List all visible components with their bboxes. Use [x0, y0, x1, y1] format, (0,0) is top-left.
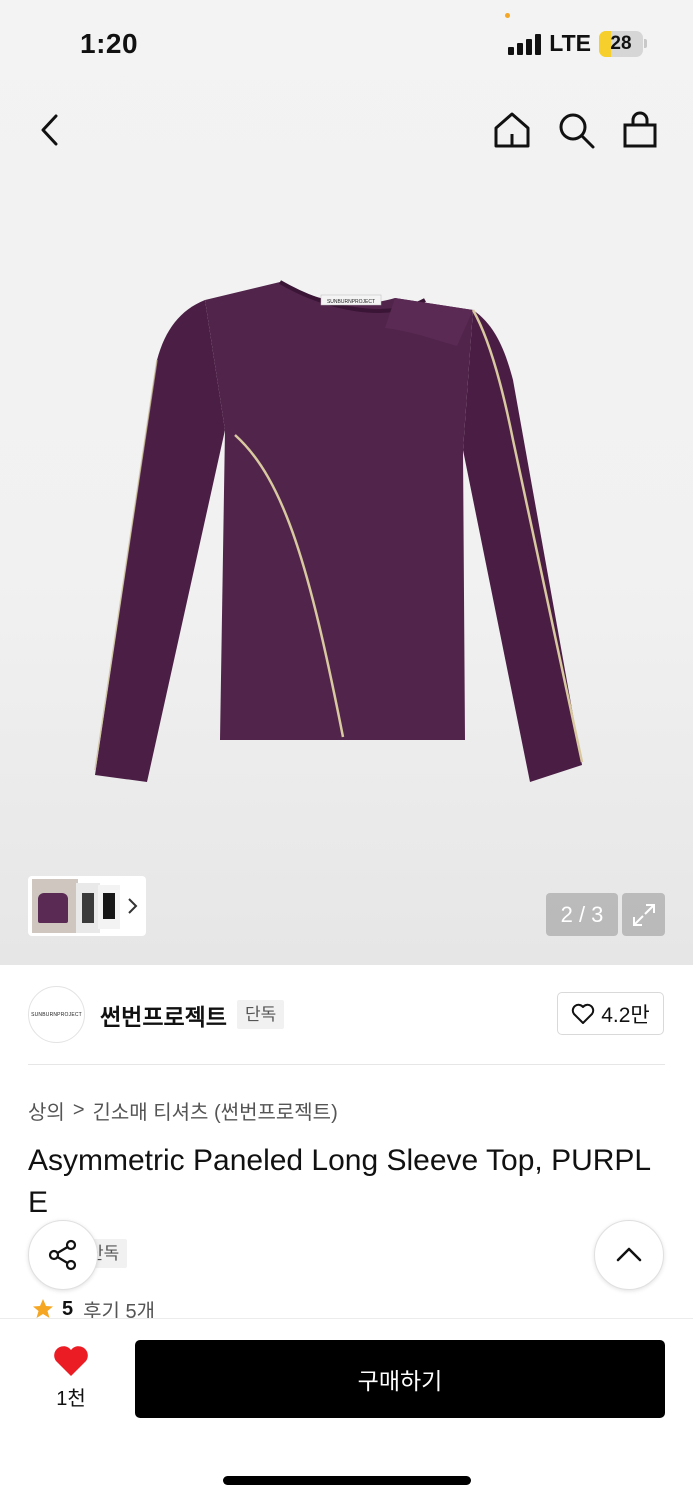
home-icon [494, 112, 530, 148]
brand-logo-text: SUNBURNPROJECT [31, 1011, 82, 1018]
expand-icon [632, 903, 655, 926]
scroll-to-top-button[interactable] [594, 1220, 664, 1290]
brand-name[interactable]: 썬번프로젝트 [100, 998, 227, 1032]
exclusive-badge: 단독 [237, 1000, 285, 1029]
signal-icon [508, 33, 542, 55]
network-type: LTE [549, 30, 591, 56]
battery-level: 28 [610, 32, 632, 54]
breadcrumb-separator: > [72, 1099, 85, 1121]
home-indicator [223, 1476, 471, 1485]
brand-like-count: 4.2만 [601, 1003, 650, 1027]
product-title: Asymmetric Paneled Long Sleeve Top, PURP… [28, 1144, 652, 1219]
thumbnail-images [32, 879, 120, 933]
garment-label-text: SUNBURNPROJECT [327, 299, 375, 305]
product-image: SUNBURNPROJECT [94, 280, 584, 782]
status-indicators: LTE 28 [508, 30, 647, 57]
chevron-up-icon [616, 1247, 642, 1262]
chevron-right-icon [128, 898, 138, 914]
cart-button[interactable] [618, 108, 662, 152]
heart-outline-icon [572, 1003, 595, 1024]
share-icon [48, 1239, 77, 1271]
product-image-gallery[interactable]: 1:20 LTE 28 SUNBURNPROJECT 2 / 3 [0, 0, 693, 965]
back-button[interactable] [28, 108, 72, 152]
breadcrumb-subcategory[interactable]: 긴소매 티셔츠 (썬번프로젝트) [93, 1096, 338, 1125]
thumbnail-strip[interactable] [28, 876, 146, 936]
share-button[interactable] [28, 1220, 98, 1290]
breadcrumb: 상의 > 긴소매 티셔츠 (썬번프로젝트) [28, 1096, 338, 1125]
shopping-bag-icon [623, 111, 657, 148]
brand-like-button[interactable]: 4.2만 [557, 992, 664, 1035]
status-time: 1:20 [80, 28, 139, 59]
search-button[interactable] [554, 108, 598, 152]
search-icon [559, 113, 595, 149]
image-page-counter: 2 / 3 [546, 893, 618, 936]
heart-filled-icon [54, 1346, 88, 1376]
home-button[interactable] [490, 108, 534, 152]
chevron-left-icon [41, 114, 58, 146]
expand-button[interactable] [622, 893, 665, 936]
wishlist-count: 1천 [56, 1388, 86, 1410]
wishlist-button[interactable]: 1천 [40, 1344, 102, 1411]
battery-icon: 28 [599, 30, 647, 57]
buy-button[interactable]: 구매하기 [135, 1340, 665, 1418]
privacy-indicator-dot [505, 13, 510, 18]
breadcrumb-category[interactable]: 상의 [28, 1096, 65, 1125]
section-divider [28, 1064, 665, 1065]
brand-logo[interactable]: SUNBURNPROJECT [28, 986, 85, 1043]
